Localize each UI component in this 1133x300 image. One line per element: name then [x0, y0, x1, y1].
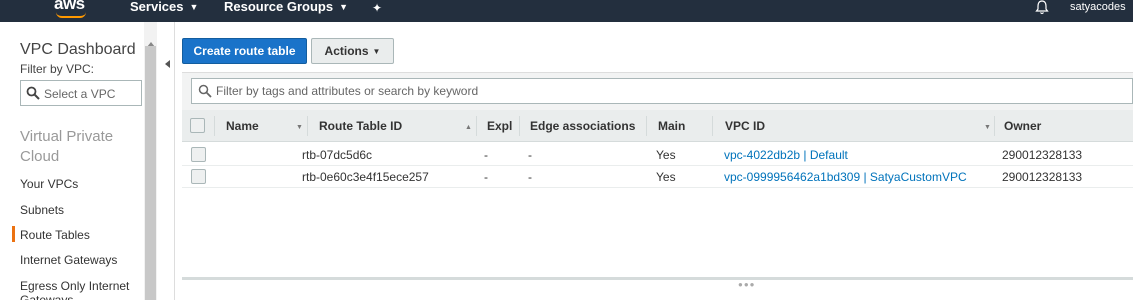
actions-button[interactable]: Actions ▼ [311, 38, 394, 64]
resource-groups-label: Resource Groups [224, 0, 334, 14]
sidebar-item-egress-only-internet-gateways[interactable]: Egress Only Internet Gateways [20, 279, 138, 300]
column-divider [519, 116, 520, 136]
panel-resize-handle[interactable] [182, 277, 1133, 280]
column-divider [994, 116, 995, 136]
column-divider [307, 116, 308, 136]
column-header-vpc-id[interactable]: VPC ID [725, 110, 765, 142]
vpc-select-placeholder: Select a VPC [44, 87, 116, 101]
resource-groups-menu[interactable]: Resource Groups ▼ [224, 0, 348, 16]
filter-search-box[interactable] [191, 78, 1133, 104]
column-divider [214, 116, 215, 136]
sort-caret-down-icon[interactable]: ▼ [296, 124, 303, 131]
chevron-down-icon: ▼ [189, 2, 199, 12]
sidebar: VPC Dashboard Filter by VPC: Select a VP… [0, 22, 144, 300]
sidebar-title[interactable]: VPC Dashboard [20, 41, 136, 59]
cell-main: Yes [656, 148, 676, 162]
aws-logo-smile [56, 12, 86, 18]
column-header-route-table-id[interactable]: Route Table ID [319, 110, 402, 142]
cell-route-table-id: rtb-07dc5d6c [302, 148, 373, 162]
sidebar-section-title: Virtual Private Cloud [20, 128, 114, 165]
sidebar-item-subnets[interactable]: Subnets [20, 203, 64, 217]
sidebar-scrollbar[interactable] [144, 22, 157, 300]
cell-edge-associations: - [528, 148, 532, 162]
row-checkbox[interactable] [191, 147, 206, 162]
chevron-down-icon: ▼ [339, 2, 349, 12]
search-icon [26, 86, 40, 100]
chevron-left-icon [165, 60, 170, 68]
sort-caret-down-icon[interactable]: ▼ [984, 124, 991, 131]
column-divider [646, 116, 647, 136]
top-nav: aws Services ▼ Resource Groups ▼ ✦ satyaco… [0, 0, 1133, 22]
cell-edge-associations: - [528, 170, 532, 184]
cell-explicit: - [484, 170, 488, 184]
actions-label: Actions [324, 44, 369, 58]
drag-grip-icon[interactable]: ●●● [738, 280, 756, 289]
sort-caret-up-icon[interactable]: ▲ [465, 124, 472, 131]
cell-owner: 290012328133 [1002, 170, 1083, 184]
search-icon [198, 84, 212, 98]
column-divider [712, 116, 713, 136]
table-header: Name ▼ Route Table ID ▲ Expl Edge associ… [182, 110, 1133, 142]
cell-main: Yes [656, 170, 676, 184]
scrollbar-thumb[interactable] [145, 46, 156, 300]
chevron-down-icon: ▼ [372, 47, 381, 56]
sidebar-item-your-vpcs[interactable]: Your VPCs [20, 177, 78, 191]
select-all-checkbox[interactable] [190, 118, 205, 133]
route-tables-table: Name ▼ Route Table ID ▲ Expl Edge associ… [182, 110, 1133, 278]
column-divider [476, 116, 477, 136]
user-menu[interactable]: satyacodes [1070, 1, 1126, 13]
column-header-edge-associations[interactable]: Edge associations [530, 110, 635, 142]
cell-owner: 290012328133 [1002, 148, 1083, 162]
table-row[interactable]: rtb-07dc5d6c - - Yes vpc-4022db2b | Defa… [182, 144, 1133, 166]
route-tables-panel: Name ▼ Route Table ID ▲ Expl Edge associ… [182, 72, 1133, 278]
main-content: Create route table Actions▼ Name ▼ Route… [176, 22, 1133, 300]
filter-by-vpc-label: Filter by VPC: [20, 62, 95, 76]
cell-vpc-id-link[interactable]: vpc-4022db2b | Default [724, 144, 848, 166]
sidebar-item-route-tables[interactable]: Route Tables [12, 226, 90, 242]
vpc-select[interactable]: Select a VPC [20, 80, 142, 106]
filter-search-input[interactable] [216, 82, 916, 100]
create-route-table-button[interactable]: Create route table [182, 38, 307, 64]
column-header-explicit[interactable]: Expl [487, 110, 512, 142]
bell-icon[interactable] [1035, 0, 1049, 15]
services-menu[interactable]: Services ▼ [130, 0, 198, 16]
cell-route-table-id: rtb-0e60c3e4f15ece257 [302, 170, 429, 184]
column-header-owner[interactable]: Owner [1004, 110, 1041, 142]
services-label: Services [130, 0, 184, 14]
row-checkbox[interactable] [191, 169, 206, 184]
sidebar-item-internet-gateways[interactable]: Internet Gateways [20, 253, 117, 267]
cell-vpc-id-link[interactable]: vpc-0999956462a1bd309 | SatyaCustomVPC [724, 166, 967, 188]
table-row[interactable]: rtb-0e60c3e4f15ece257 - - Yes vpc-099995… [182, 166, 1133, 188]
sidebar-collapse-toggle[interactable] [157, 22, 175, 300]
pin-icon[interactable]: ✦ [372, 1, 382, 15]
cell-explicit: - [484, 148, 488, 162]
column-header-main[interactable]: Main [658, 110, 685, 142]
column-header-name[interactable]: Name [226, 110, 259, 142]
